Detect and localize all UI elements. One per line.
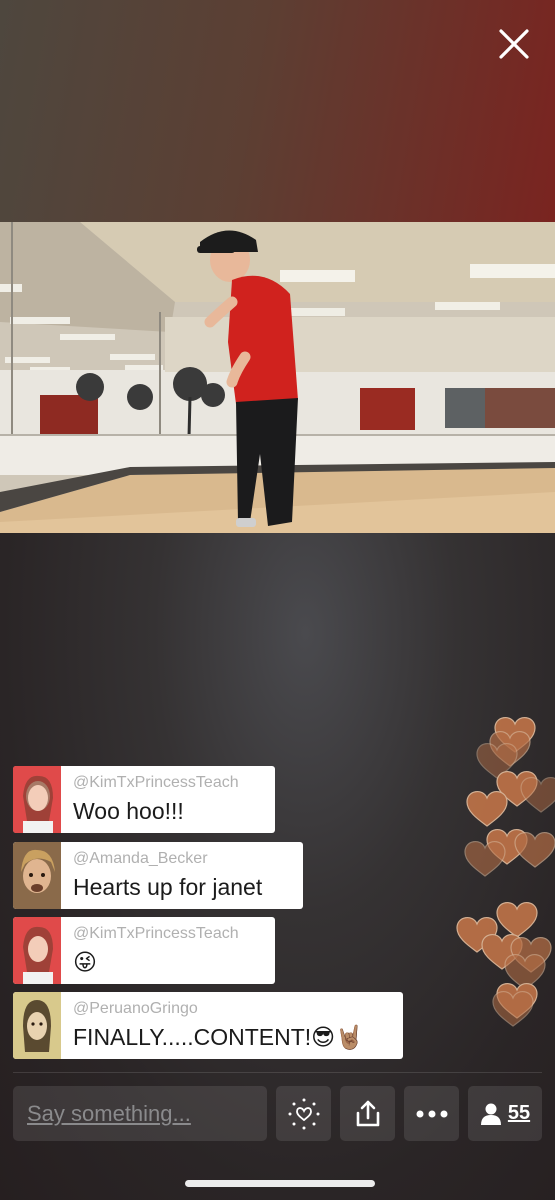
viewers-button[interactable]: 55 bbox=[468, 1086, 542, 1141]
floating-hearts bbox=[455, 712, 555, 1032]
close-icon bbox=[499, 29, 529, 59]
heart-button[interactable] bbox=[276, 1086, 331, 1141]
chat-text: FINALLY.....CONTENT!😎🤘🏽 bbox=[73, 1024, 364, 1050]
person-icon bbox=[480, 1103, 501, 1125]
chat-message[interactable]: @PeruanoGringo FINALLY.....CONTENT!😎🤘🏽 bbox=[13, 992, 403, 1059]
chat-handle: @Amanda_Becker bbox=[73, 850, 208, 867]
live-video[interactable] bbox=[0, 222, 555, 533]
avatar[interactable] bbox=[13, 992, 61, 1059]
more-button[interactable] bbox=[404, 1086, 459, 1141]
chat-handle: @KimTxPrincessTeach bbox=[73, 925, 239, 942]
avatar[interactable] bbox=[13, 917, 61, 984]
avatar[interactable] bbox=[13, 842, 61, 909]
share-button[interactable] bbox=[340, 1086, 395, 1141]
home-indicator bbox=[185, 1180, 375, 1187]
close-button[interactable] bbox=[494, 24, 534, 64]
top-background bbox=[0, 0, 555, 222]
viewers-count: 55 bbox=[507, 1102, 531, 1124]
more-icon bbox=[416, 1110, 447, 1117]
heart-icon bbox=[456, 716, 555, 1027]
share-icon bbox=[356, 1100, 379, 1126]
chat-text: Woo hoo!!! bbox=[73, 798, 184, 824]
chat-text: Hearts up for janet bbox=[73, 874, 263, 900]
chat-message[interactable]: @Amanda_Becker Hearts up for janet bbox=[13, 842, 303, 909]
chat-message[interactable]: @KimTxPrincessTeach 😜 bbox=[13, 917, 275, 984]
divider bbox=[13, 1072, 542, 1073]
chat-handle: @PeruanoGringo bbox=[73, 1000, 198, 1017]
chat-message[interactable]: @KimTxPrincessTeach Woo hoo!!! bbox=[13, 766, 275, 833]
chat-handle: @KimTxPrincessTeach bbox=[73, 774, 239, 791]
heart-sparkle-icon bbox=[288, 1098, 319, 1129]
comment-input[interactable]: Say something... bbox=[13, 1086, 267, 1141]
chat-text: 😜 bbox=[73, 949, 97, 975]
avatar[interactable] bbox=[13, 766, 61, 833]
